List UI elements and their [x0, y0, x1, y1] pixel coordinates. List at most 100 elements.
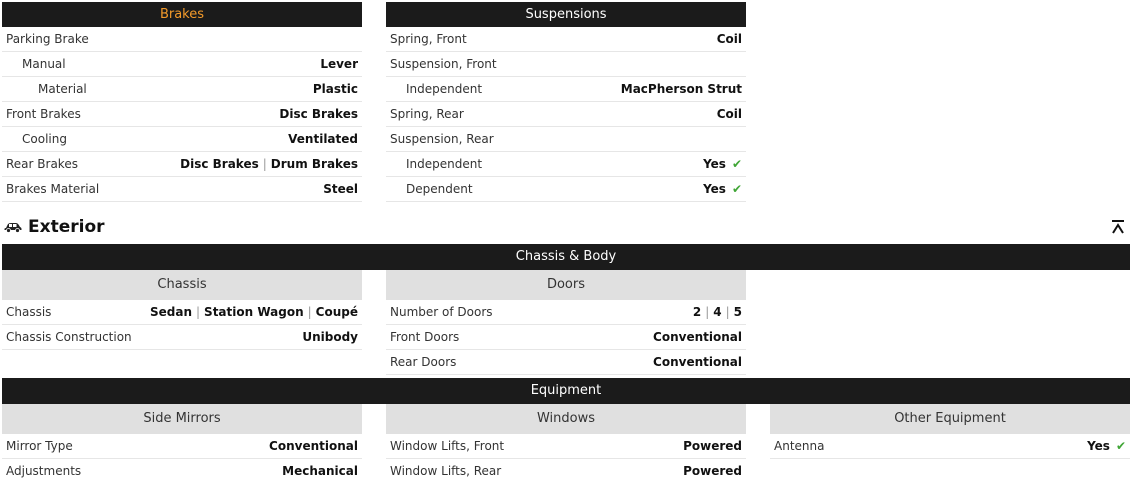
spec-value-item: Unibody — [302, 330, 358, 344]
spec-value-item: Plastic — [312, 82, 358, 96]
side-mirrors-rows: Mirror Type Conventional Adjustments Mechan… — [2, 434, 362, 482]
spec-row: Antenna Yes ✔ — [770, 434, 1130, 459]
spec-value-item: Disc Brakes — [279, 107, 358, 121]
spec-label: Chassis — [6, 305, 52, 319]
spec-row: Number of Doors 2 | 4 | 5 — [386, 300, 746, 325]
spec-row: Window Lifts, Rear Powered — [386, 459, 746, 482]
spec-row: Manual Lever — [2, 52, 362, 77]
spec-value-item: Station Wagon — [204, 305, 304, 319]
other-equipment-header: Other Equipment — [770, 404, 1130, 434]
spec-label: Spring, Front — [390, 32, 467, 46]
spec-label: Chassis Construction — [6, 330, 132, 344]
spec-value: Conventional — [269, 439, 358, 453]
spec-value: Plastic — [313, 82, 358, 96]
spec-label: Window Lifts, Front — [390, 439, 505, 453]
doors-rows: Number of Doors 2 | 4 | 5 Front Doors Conventio… — [386, 300, 746, 375]
spec-value-item: 5 — [733, 305, 742, 319]
spec-value-item: Yes — [703, 182, 726, 196]
spec-row: Window Lifts, Front Powered — [386, 434, 746, 459]
spec-row: Front Brakes Disc Brakes — [2, 102, 362, 127]
spec-value: Sedan | Station Wagon | Coupé — [150, 305, 358, 319]
spec-label: Independent — [406, 157, 483, 171]
spec-value: Steel — [323, 182, 358, 196]
spec-value: Yes ✔ — [703, 157, 742, 171]
spec-value-item: Conventional — [653, 330, 742, 344]
spec-row: Front Doors Conventional — [386, 325, 746, 350]
spec-label: Independent — [406, 82, 483, 96]
spec-value-item: Coupé — [315, 305, 358, 319]
spec-row: Rear Brakes Disc Brakes | Drum Brakes — [2, 152, 362, 177]
spec-label: Rear Doors — [390, 355, 457, 369]
spec-value: Yes ✔ — [703, 182, 742, 196]
spec-label: Adjustments — [6, 464, 82, 478]
exterior-title: Exterior — [28, 217, 105, 237]
spec-value-item: Drum Brakes — [270, 157, 358, 171]
spec-value: Mechanical — [282, 464, 358, 478]
windows-panel: Windows Window Lifts, Front Powered Window… — [386, 404, 746, 482]
spec-value-item: Disc Brakes — [180, 157, 259, 171]
spec-value: Powered — [683, 439, 742, 453]
checkmark-icon: ✔ — [731, 182, 742, 196]
spec-value: Lever — [320, 57, 358, 71]
checkmark-icon: ✔ — [1115, 439, 1126, 453]
side-mirrors-header: Side Mirrors — [2, 404, 362, 434]
spec-value-item: Yes — [1087, 439, 1110, 453]
spec-row: Material Plastic — [2, 77, 362, 102]
collapse-up-icon[interactable] — [1110, 219, 1126, 235]
spec-row: Chassis Sedan | Station Wagon | Coupé — [2, 300, 362, 325]
spec-row: Spring, Front Coil — [386, 27, 746, 52]
windows-rows: Window Lifts, Front Powered Window Lifts, … — [386, 434, 746, 482]
spec-label: Material — [38, 82, 87, 96]
brakes-header: Brakes — [2, 2, 362, 27]
spec-value-item: Mechanical — [282, 464, 358, 478]
spec-label: Cooling — [22, 132, 67, 146]
spec-label: Dependent — [406, 182, 473, 196]
spec-row: Adjustments Mechanical — [2, 459, 362, 482]
value-separator: | — [705, 305, 710, 319]
spec-label: Window Lifts, Rear — [390, 464, 502, 478]
spec-value-item: Powered — [683, 464, 742, 478]
spec-row: Cooling Ventilated — [2, 127, 362, 152]
spec-label: Spring, Rear — [390, 107, 464, 121]
spec-value: Coil — [717, 32, 742, 46]
car-icon — [4, 223, 22, 233]
spec-value: Yes ✔ — [1087, 439, 1126, 453]
spec-value-item: Sedan — [149, 305, 192, 319]
spec-row: Suspension, Rear — [386, 127, 746, 152]
spec-row: Parking Brake — [2, 27, 362, 52]
brakes-panel: Brakes Parking Brake Manual Lever Material P… — [2, 2, 362, 202]
spec-row: Rear Doors Conventional — [386, 350, 746, 375]
value-separator: | — [196, 305, 201, 319]
spec-row: Independent Yes ✔ — [386, 152, 746, 177]
spec-value: 2 | 4 | 5 — [693, 305, 742, 319]
chassis-body-header: Chassis & Body — [2, 244, 1130, 270]
spec-value-item: Ventilated — [288, 132, 358, 146]
checkmark-icon: ✔ — [731, 157, 742, 171]
other-equipment-panel: Other Equipment Antenna Yes ✔ — [770, 404, 1130, 459]
chassis-panel: Chassis Chassis Sedan | Station Wagon | Coupé… — [2, 270, 362, 350]
spec-value: Conventional — [653, 330, 742, 344]
spec-label: Manual — [22, 57, 66, 71]
suspensions-panel: Suspensions Spring, Front Coil Suspension,… — [386, 2, 746, 202]
exterior-section-title: Exterior — [4, 216, 105, 238]
spec-value: Ventilated — [288, 132, 358, 146]
spec-label: Parking Brake — [6, 32, 89, 46]
chassis-header: Chassis — [2, 270, 362, 300]
spec-value-item: Coil — [716, 107, 742, 121]
doors-panel: Doors Number of Doors 2 | 4 | 5 Front Doors Con… — [386, 270, 746, 375]
spec-value: Conventional — [653, 355, 742, 369]
spec-label: Front Doors — [390, 330, 460, 344]
side-mirrors-panel: Side Mirrors Mirror Type Conventional Adju… — [2, 404, 362, 482]
spec-row: Chassis Construction Unibody — [2, 325, 362, 350]
spec-label: Mirror Type — [6, 439, 73, 453]
spec-label: Number of Doors — [390, 305, 493, 319]
spec-value-item: Steel — [323, 182, 358, 196]
spec-label: Brakes Material — [6, 182, 100, 196]
doors-header: Doors — [386, 270, 746, 300]
suspensions-rows: Spring, Front Coil Suspension, Front Indepe… — [386, 27, 746, 202]
value-separator: | — [307, 305, 312, 319]
spec-label: Suspension, Front — [390, 57, 497, 71]
spec-value-item: 4 — [713, 305, 722, 319]
spec-value: Unibody — [302, 330, 358, 344]
spec-value: MacPherson Strut — [621, 82, 742, 96]
